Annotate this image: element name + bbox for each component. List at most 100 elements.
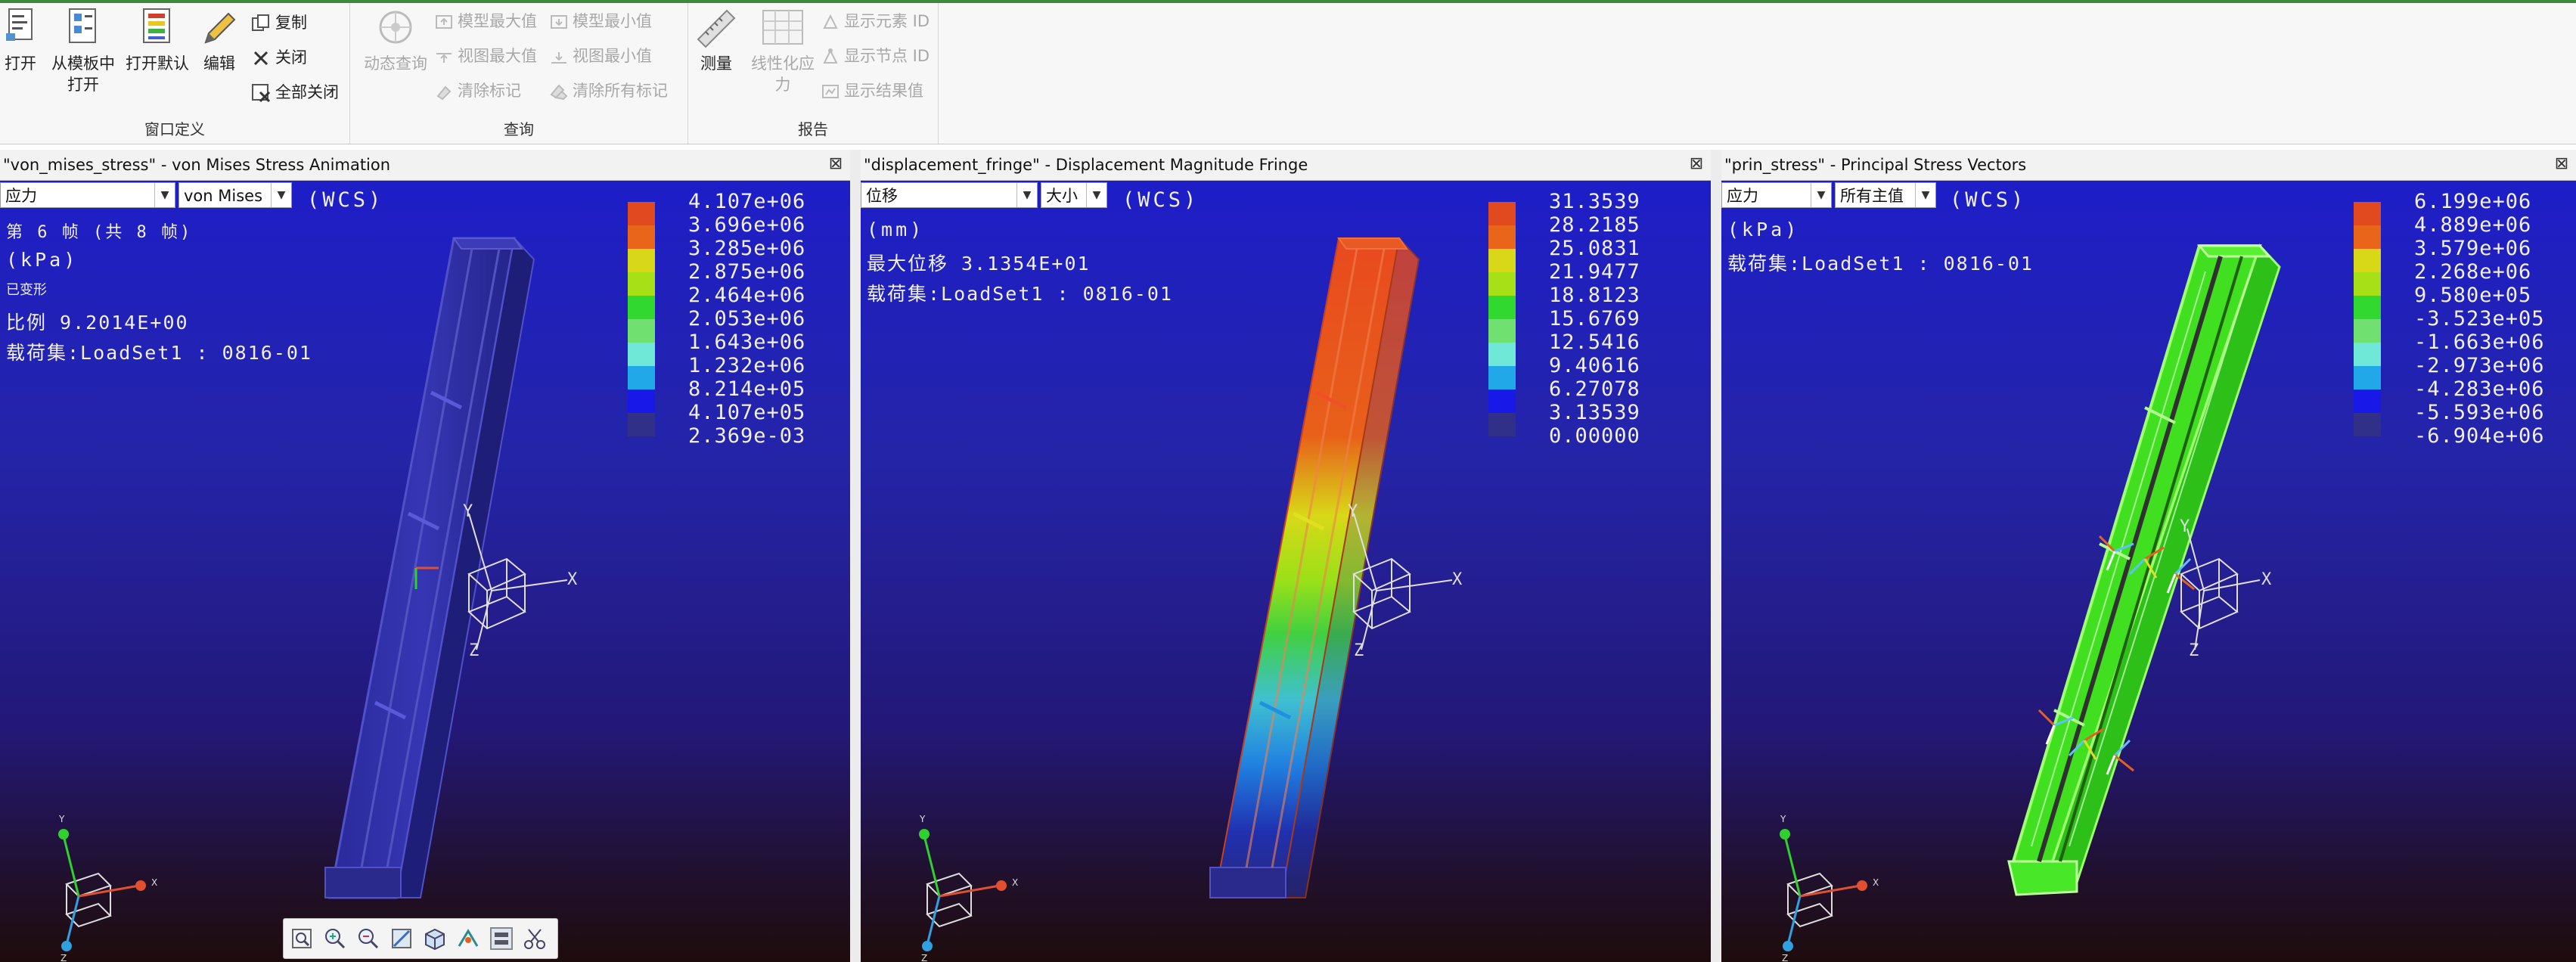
zoom-out-icon[interactable] [355,925,382,952]
triad-z-label: Z [61,953,67,962]
wcs-y-label: Y [1348,502,1358,521]
graphics-viewport[interactable]: 应力 ▼ 所有主值 ▼ (WCS) (kPa) 载荷集:LoadSet1 : 081… [1721,181,2576,962]
view-mode-icon[interactable] [488,925,515,952]
linearize-stress-button[interactable]: 线性化应 力 [741,8,824,95]
show-result-value-label: 显示结果值 [844,82,923,100]
open-default-button[interactable]: 打开默认 [123,8,192,74]
wcs-x-label: X [567,570,578,589]
open-from-template-label-2: 打开 [67,76,99,94]
close-all-button[interactable]: 全部关闭 [251,79,339,106]
edit-button[interactable]: 编辑 [198,8,241,74]
open-label: 打开 [5,54,36,73]
wcs-y-label: Y [463,502,473,521]
triad-axes-icon: Y X Z [58,814,157,962]
dynamic-query-button[interactable]: 动态查询 [358,8,433,74]
open-default-label: 打开默认 [126,54,189,73]
triad-axes-icon: Y X Z [1780,814,1879,962]
wcs-z-label: Z [469,641,479,660]
wcs-x-label: X [2261,570,2272,589]
wcs-z-label: Z [1354,641,1364,660]
close-button[interactable]: 关闭 [251,44,307,71]
model-min-button[interactable]: 模型最小值 [550,8,652,35]
triad-x-label: X [1873,877,1879,888]
view-max-button[interactable]: 视图最大值 [435,42,537,70]
group-label-query: 查询 [504,120,534,138]
pencil-edit-icon [204,12,236,44]
linearize-stress-icon [762,10,803,45]
view-max-icon [436,53,452,63]
group-label-report: 报告 [798,120,828,138]
dynamic-query-icon [379,11,412,44]
show-element-id-button[interactable]: 显示元素 ID [821,8,930,35]
pane-title: "von_mises_stress" - von Mises Stress An… [3,156,391,174]
triad-x-label: X [1012,877,1018,888]
result-window-displacement[interactable]: "displacement_fringe" - Displacement Mag… [861,150,1711,962]
spin-center-icon[interactable] [455,925,482,952]
wcs-x-label: X [1452,570,1463,589]
pane-close-icon[interactable]: ⊠ [2553,156,2570,172]
pane-title: "displacement_fringe" - Displacement Mag… [864,156,1308,174]
clear-marker-label: 清除标记 [458,82,521,100]
group-label-window-definition: 窗口定义 [144,120,205,138]
show-node-id-button[interactable]: 显示节点 ID [821,42,930,70]
pane-title-bar: "von_mises_stress" - von Mises Stress An… [0,150,850,181]
close-all-icon [252,84,271,103]
clear-all-markers-label: 清除所有标记 [573,82,668,100]
show-result-value-button[interactable]: 显示结果值 [821,77,923,104]
ribbon-group-window-definition: 打开 从模板中 打开 打开默认 编辑 复制 关闭 全部关闭 窗口定义 [0,3,350,144]
beam-model [2007,244,2281,896]
refit-icon[interactable] [288,925,315,952]
model-canvas: X Y Z Y X Z [1780,244,2281,962]
show-element-id-label: 显示元素 ID [844,12,930,30]
saved-views-icon[interactable] [421,925,448,952]
model-min-icon [551,15,567,29]
pane-title: "prin_stress" - Principal Stress Vectors [1724,156,2027,174]
model-min-label: 模型最小值 [573,12,652,30]
dynamic-query-label: 动态查询 [364,54,427,73]
clear-marker-icon [436,85,452,101]
clear-marker-button[interactable]: 清除标记 [435,77,521,104]
triad-axes-icon: Y X Z [919,814,1018,962]
copy-button[interactable]: 复制 [251,9,307,36]
measure-ruler-icon [697,9,736,48]
ribbon: 打开 从模板中 打开 打开默认 编辑 复制 关闭 全部关闭 窗口定义 动态查询 [0,3,2576,144]
copy-icon [252,14,269,31]
ribbon-group-query: 动态查询 模型最大值 视图最大值 清除标记 模型最小值 视图最小值 清除所有标记… [350,3,688,144]
model-canvas: X Y Z Y X Z [919,236,1463,962]
view-min-button[interactable]: 视图最小值 [550,42,652,70]
pane-close-icon[interactable]: ⊠ [1688,156,1705,172]
triad-y-label: Y [1780,814,1786,824]
result-window-principal-stress[interactable]: "prin_stress" - Principal Stress Vectors… [1721,150,2576,962]
element-id-icon [823,14,838,29]
measure-label: 测量 [700,54,732,73]
graphics-viewport[interactable]: 位移 ▼ 大小 ▼ (WCS) (mm) 最大位移 3.1354E+01 载荷集:L… [861,181,1711,962]
result-window-von-mises[interactable]: "von_mises_stress" - von Mises Stress An… [0,150,850,962]
clear-all-markers-button[interactable]: 清除所有标记 [550,77,668,104]
view-min-icon [551,52,566,64]
result-value-icon [822,85,839,98]
open-file-icon [6,8,33,41]
pane-title-bar: "displacement_fringe" - Displacement Mag… [861,150,1711,181]
wcs-z-label: Z [2189,641,2199,660]
pane-splitter-2[interactable] [1711,150,1721,962]
pane-splitter-1[interactable] [850,150,861,962]
linearize-stress-label-2: 力 [774,76,791,94]
wcs-y-label: Y [2180,517,2190,536]
open-default-icon [143,8,170,43]
close-all-label: 全部关闭 [275,83,339,101]
beam-model [324,236,535,899]
triad-x-label: X [151,877,157,888]
node-id-icon [823,48,838,64]
graphics-viewport[interactable]: 应力 ▼ von Mises ▼ (WCS) 第 6 帧 (共 8 帧) (kPa)… [0,181,850,962]
ribbon-group-report: 测量 线性化应 力 显示元素 ID 显示节点 ID 显示结果值 报告 [688,3,939,144]
cut-view-icon[interactable] [521,925,548,952]
measure-button[interactable]: 测量 [691,8,741,74]
model-max-button[interactable]: 模型最大值 [435,8,537,35]
open-button[interactable]: 打开 [2,8,39,74]
zoom-in-icon[interactable] [321,925,349,952]
triad-y-label: Y [919,814,926,824]
open-from-template-button[interactable]: 从模板中 打开 [45,8,121,95]
repaint-icon[interactable] [388,925,415,952]
model-max-label: 模型最大值 [458,12,537,30]
pane-close-icon[interactable]: ⊠ [827,156,844,172]
